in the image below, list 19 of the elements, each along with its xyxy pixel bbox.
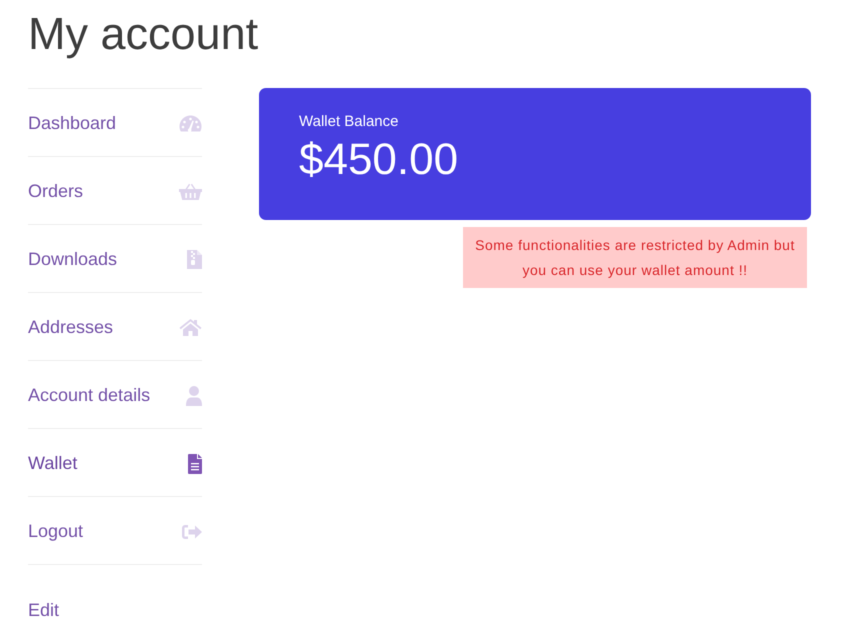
page-title: My account	[28, 7, 258, 61]
house-icon	[179, 319, 202, 336]
logout-icon	[182, 524, 202, 540]
edit-link[interactable]: Edit	[28, 600, 60, 621]
nav-link[interactable]: Wallet	[28, 429, 202, 496]
basket-icon	[179, 183, 202, 200]
nav-link[interactable]: Account details	[28, 361, 202, 428]
nav-link[interactable]: Logout	[28, 497, 202, 564]
document-icon	[188, 454, 202, 474]
nav-link[interactable]: Orders	[28, 157, 202, 224]
person-icon	[186, 386, 202, 406]
nav-link[interactable]: Dashboard	[28, 89, 202, 156]
nav-link[interactable]: Addresses	[28, 293, 202, 360]
gauge-icon	[179, 115, 202, 132]
restriction-notice: Some functionalities are restricted by Admin but you can use your wallet amount !!	[463, 227, 807, 288]
wallet-balance-label: Wallet Balance	[299, 113, 398, 131]
archive-file-icon	[187, 250, 202, 269]
nav-link[interactable]: Downloads	[28, 225, 202, 292]
wallet-balance-amount: $450.00	[299, 134, 458, 186]
